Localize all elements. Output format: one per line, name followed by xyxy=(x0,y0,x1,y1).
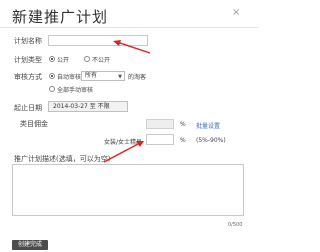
annotation-arrow-commission xyxy=(103,141,144,163)
annotation-arrow-plan-name xyxy=(113,40,151,54)
annotation-arrows xyxy=(103,40,151,163)
